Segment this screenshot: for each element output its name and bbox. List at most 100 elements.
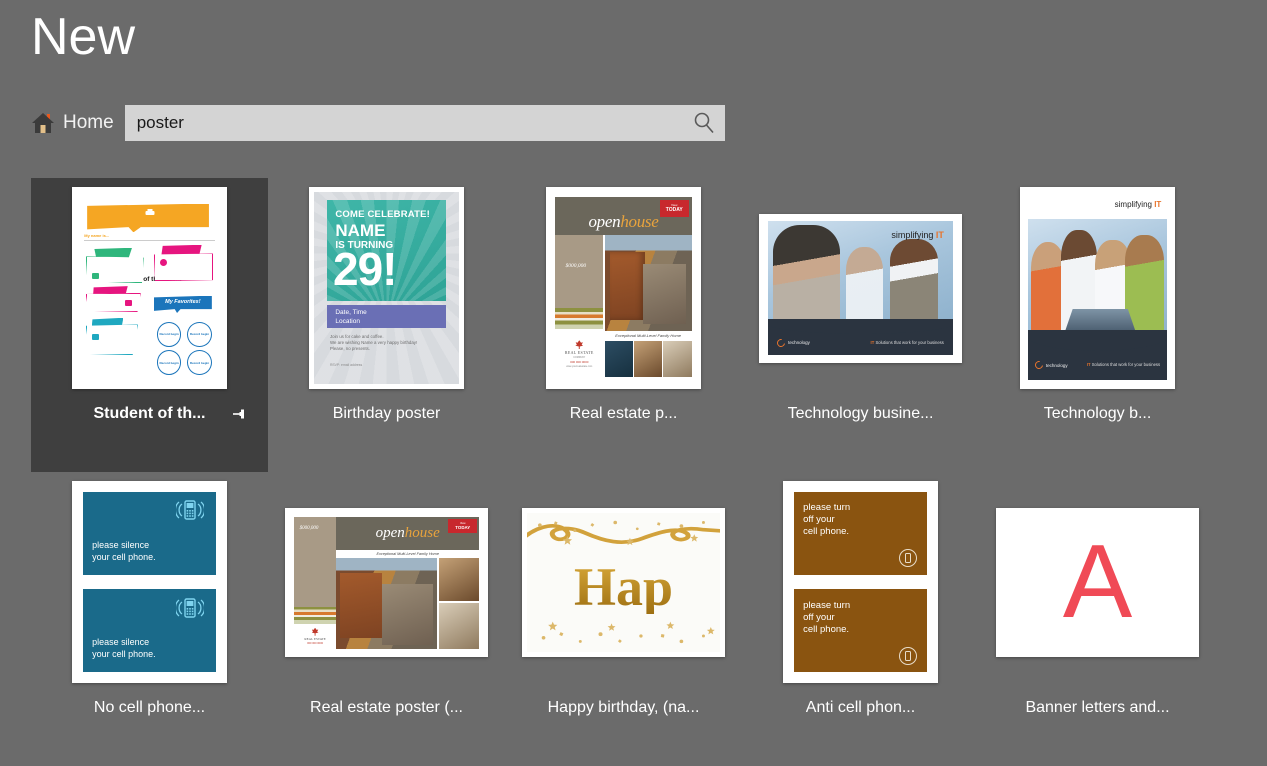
logo-name: REAL ESTATE xyxy=(304,637,326,641)
headline-accent: IT xyxy=(936,230,944,240)
interior-photo-2 xyxy=(439,603,480,649)
search-bar-row: Home xyxy=(31,105,725,141)
box1 xyxy=(86,256,144,283)
cell-phone-ringing-icon xyxy=(176,499,204,524)
search-icon[interactable] xyxy=(689,109,719,137)
camera-icon xyxy=(92,273,99,279)
datetime: Date, Time xyxy=(335,309,366,316)
real-estate-landscape-artwork: $000,000 REAL ESTATE 000 000 0000 openho… xyxy=(290,513,483,652)
sign-message: please turnoff yourcell phone. xyxy=(803,502,850,538)
template-label: Real estate poster (... xyxy=(310,699,463,717)
card-footer: Birthday poster xyxy=(268,394,505,434)
template-card-real-estate-poster-landscape[interactable]: $000,000 REAL ESTATE 000 000 0000 openho… xyxy=(268,472,505,766)
template-card-no-cell-phone[interactable]: please silence your cell phone. xyxy=(31,472,268,766)
phone-glyph xyxy=(905,651,911,661)
template-card-student-of-the-week[interactable]: Student of the Week: My name is... xyxy=(31,178,268,472)
anti-cell-phone-artwork: please turnoff yourcell phone. please tu… xyxy=(788,486,933,678)
card-footer: Anti cell phon... xyxy=(742,688,979,728)
thumbnail-wrapper: simplifying IT technology xyxy=(979,182,1216,394)
circle-label: Record begin xyxy=(190,332,209,336)
banner-letter-artwork: A xyxy=(1001,513,1194,652)
template-thumbnail[interactable]: simplifying IT technology IT Solutions t… xyxy=(759,214,962,363)
favorite-circle-3: Record begin xyxy=(157,350,182,375)
template-grid: Student of the Week: My name is... xyxy=(0,178,1267,766)
future-icon xyxy=(92,334,99,340)
home-button[interactable]: Home xyxy=(31,112,114,134)
ring-icon xyxy=(776,337,787,348)
tagline: IT Solutions that work for your business xyxy=(871,340,944,345)
thumbnail-wrapper: A xyxy=(979,476,1216,688)
interior-photo-strip xyxy=(605,341,692,377)
template-thumbnail[interactable]: $000,000 REAL ESTATE 000 000 0000 openho… xyxy=(285,508,488,657)
logo-sub: COMPANY xyxy=(573,356,585,359)
card-footer: Banner letters and... xyxy=(979,688,1216,728)
tagline: IT Solutions that work for your business xyxy=(1087,362,1160,367)
cell-phone-icon xyxy=(899,647,917,665)
template-thumbnail[interactable]: A xyxy=(996,508,1199,657)
template-card-technology-business[interactable]: simplifying IT technology IT Solutions t… xyxy=(742,178,979,472)
sign-message: please silenceyour cell phone. xyxy=(92,636,156,660)
headline-accent: IT xyxy=(1154,200,1161,209)
template-thumbnail[interactable]: openhouse View TODAY $000,000 REAL ESTAT… xyxy=(546,187,701,389)
favorite-circle-2: Record begin xyxy=(187,322,212,347)
purple-panel: Date, TimeLocation xyxy=(327,305,446,328)
template-thumbnail[interactable]: simplifying IT technology xyxy=(1020,187,1175,389)
template-thumbnail[interactable]: Student of the Week: My name is... xyxy=(72,187,227,389)
technology-business-artwork: simplifying IT technology IT Solutions t… xyxy=(764,219,957,358)
thumbnail-wrapper: please turnoff yourcell phone. please tu… xyxy=(742,476,979,688)
badge-line2: TODAY xyxy=(666,208,683,213)
template-thumbnail[interactable]: please silence your cell phone. xyxy=(72,481,227,683)
pin-icon[interactable] xyxy=(232,407,248,421)
name-line: NAME xyxy=(335,222,385,239)
title-open: open xyxy=(588,212,620,231)
company-logo: REAL ESTATE 000 000 0000 xyxy=(294,624,336,649)
headline-text: simplifying xyxy=(891,230,936,240)
caption-text: Exceptional Multi-Level Family Home xyxy=(376,552,438,556)
template-card-technology-business-2[interactable]: simplifying IT technology xyxy=(979,178,1216,472)
search-input[interactable] xyxy=(125,105,725,141)
template-card-anti-cell-phone[interactable]: please turnoff yourcell phone. please tu… xyxy=(742,472,979,766)
leaf-icon xyxy=(312,628,319,636)
technology-logo: technology xyxy=(777,339,810,347)
template-label: Anti cell phon... xyxy=(806,699,915,717)
logo-phone: 000 000 0000 xyxy=(307,642,323,645)
page-title: New xyxy=(31,6,135,68)
template-card-real-estate-poster[interactable]: openhouse View TODAY $000,000 REAL ESTAT… xyxy=(505,178,742,472)
birthday-poster-artwork: COME CELEBRATE! NAME IS TURNING 29! Date… xyxy=(314,192,459,384)
box3 xyxy=(86,293,141,312)
message-line1: please silence xyxy=(92,637,149,647)
logo-name: technology xyxy=(1046,363,1068,368)
template-label: Banner letters and... xyxy=(1025,699,1169,717)
template-card-happy-birthday[interactable]: Hap xyxy=(505,472,742,766)
favorite-circle-4: Record begin xyxy=(187,350,212,375)
template-label: Real estate p... xyxy=(570,405,678,423)
tagline-text: Solutions that work for your business xyxy=(1091,362,1161,367)
company-logo: REAL ESTATE COMPANY 000 000 0000 www.you… xyxy=(555,330,603,378)
people-photo xyxy=(1028,219,1167,334)
interior-photo-1 xyxy=(605,341,633,377)
badge-line2: TODAY xyxy=(455,526,470,531)
template-label: Birthday poster xyxy=(333,405,441,423)
message-line2: your cell phone. xyxy=(92,552,156,562)
person-2 xyxy=(846,247,883,321)
view-today-badge: View TODAY xyxy=(448,519,477,533)
logo-phone: 000 000 0000 xyxy=(570,360,588,364)
template-thumbnail[interactable]: please turnoff yourcell phone. please tu… xyxy=(783,481,938,683)
search-box[interactable] xyxy=(125,105,725,141)
house-photo xyxy=(605,235,692,331)
family-icon xyxy=(160,259,167,266)
stripe-band xyxy=(294,607,336,624)
template-thumbnail[interactable]: Hap xyxy=(522,508,725,657)
template-card-birthday-poster[interactable]: COME CELEBRATE! NAME IS TURNING 29! Date… xyxy=(268,178,505,472)
caption-text: Exceptional Multi-Level Family Home xyxy=(615,333,681,338)
interior-photo-2 xyxy=(634,341,662,377)
sign-panel-1: please silenceyour cell phone. xyxy=(83,492,216,575)
name-rule xyxy=(84,240,215,241)
age-line: 29! xyxy=(333,246,396,292)
template-thumbnail[interactable]: COME CELEBRATE! NAME IS TURNING 29! Date… xyxy=(309,187,464,389)
template-card-banner-letters[interactable]: A Banner letters and... xyxy=(979,472,1216,766)
title-open: open xyxy=(376,525,405,541)
interior-photo-1 xyxy=(439,558,480,601)
phone-glyph xyxy=(905,553,911,563)
circle-label: Record begin xyxy=(159,332,178,336)
